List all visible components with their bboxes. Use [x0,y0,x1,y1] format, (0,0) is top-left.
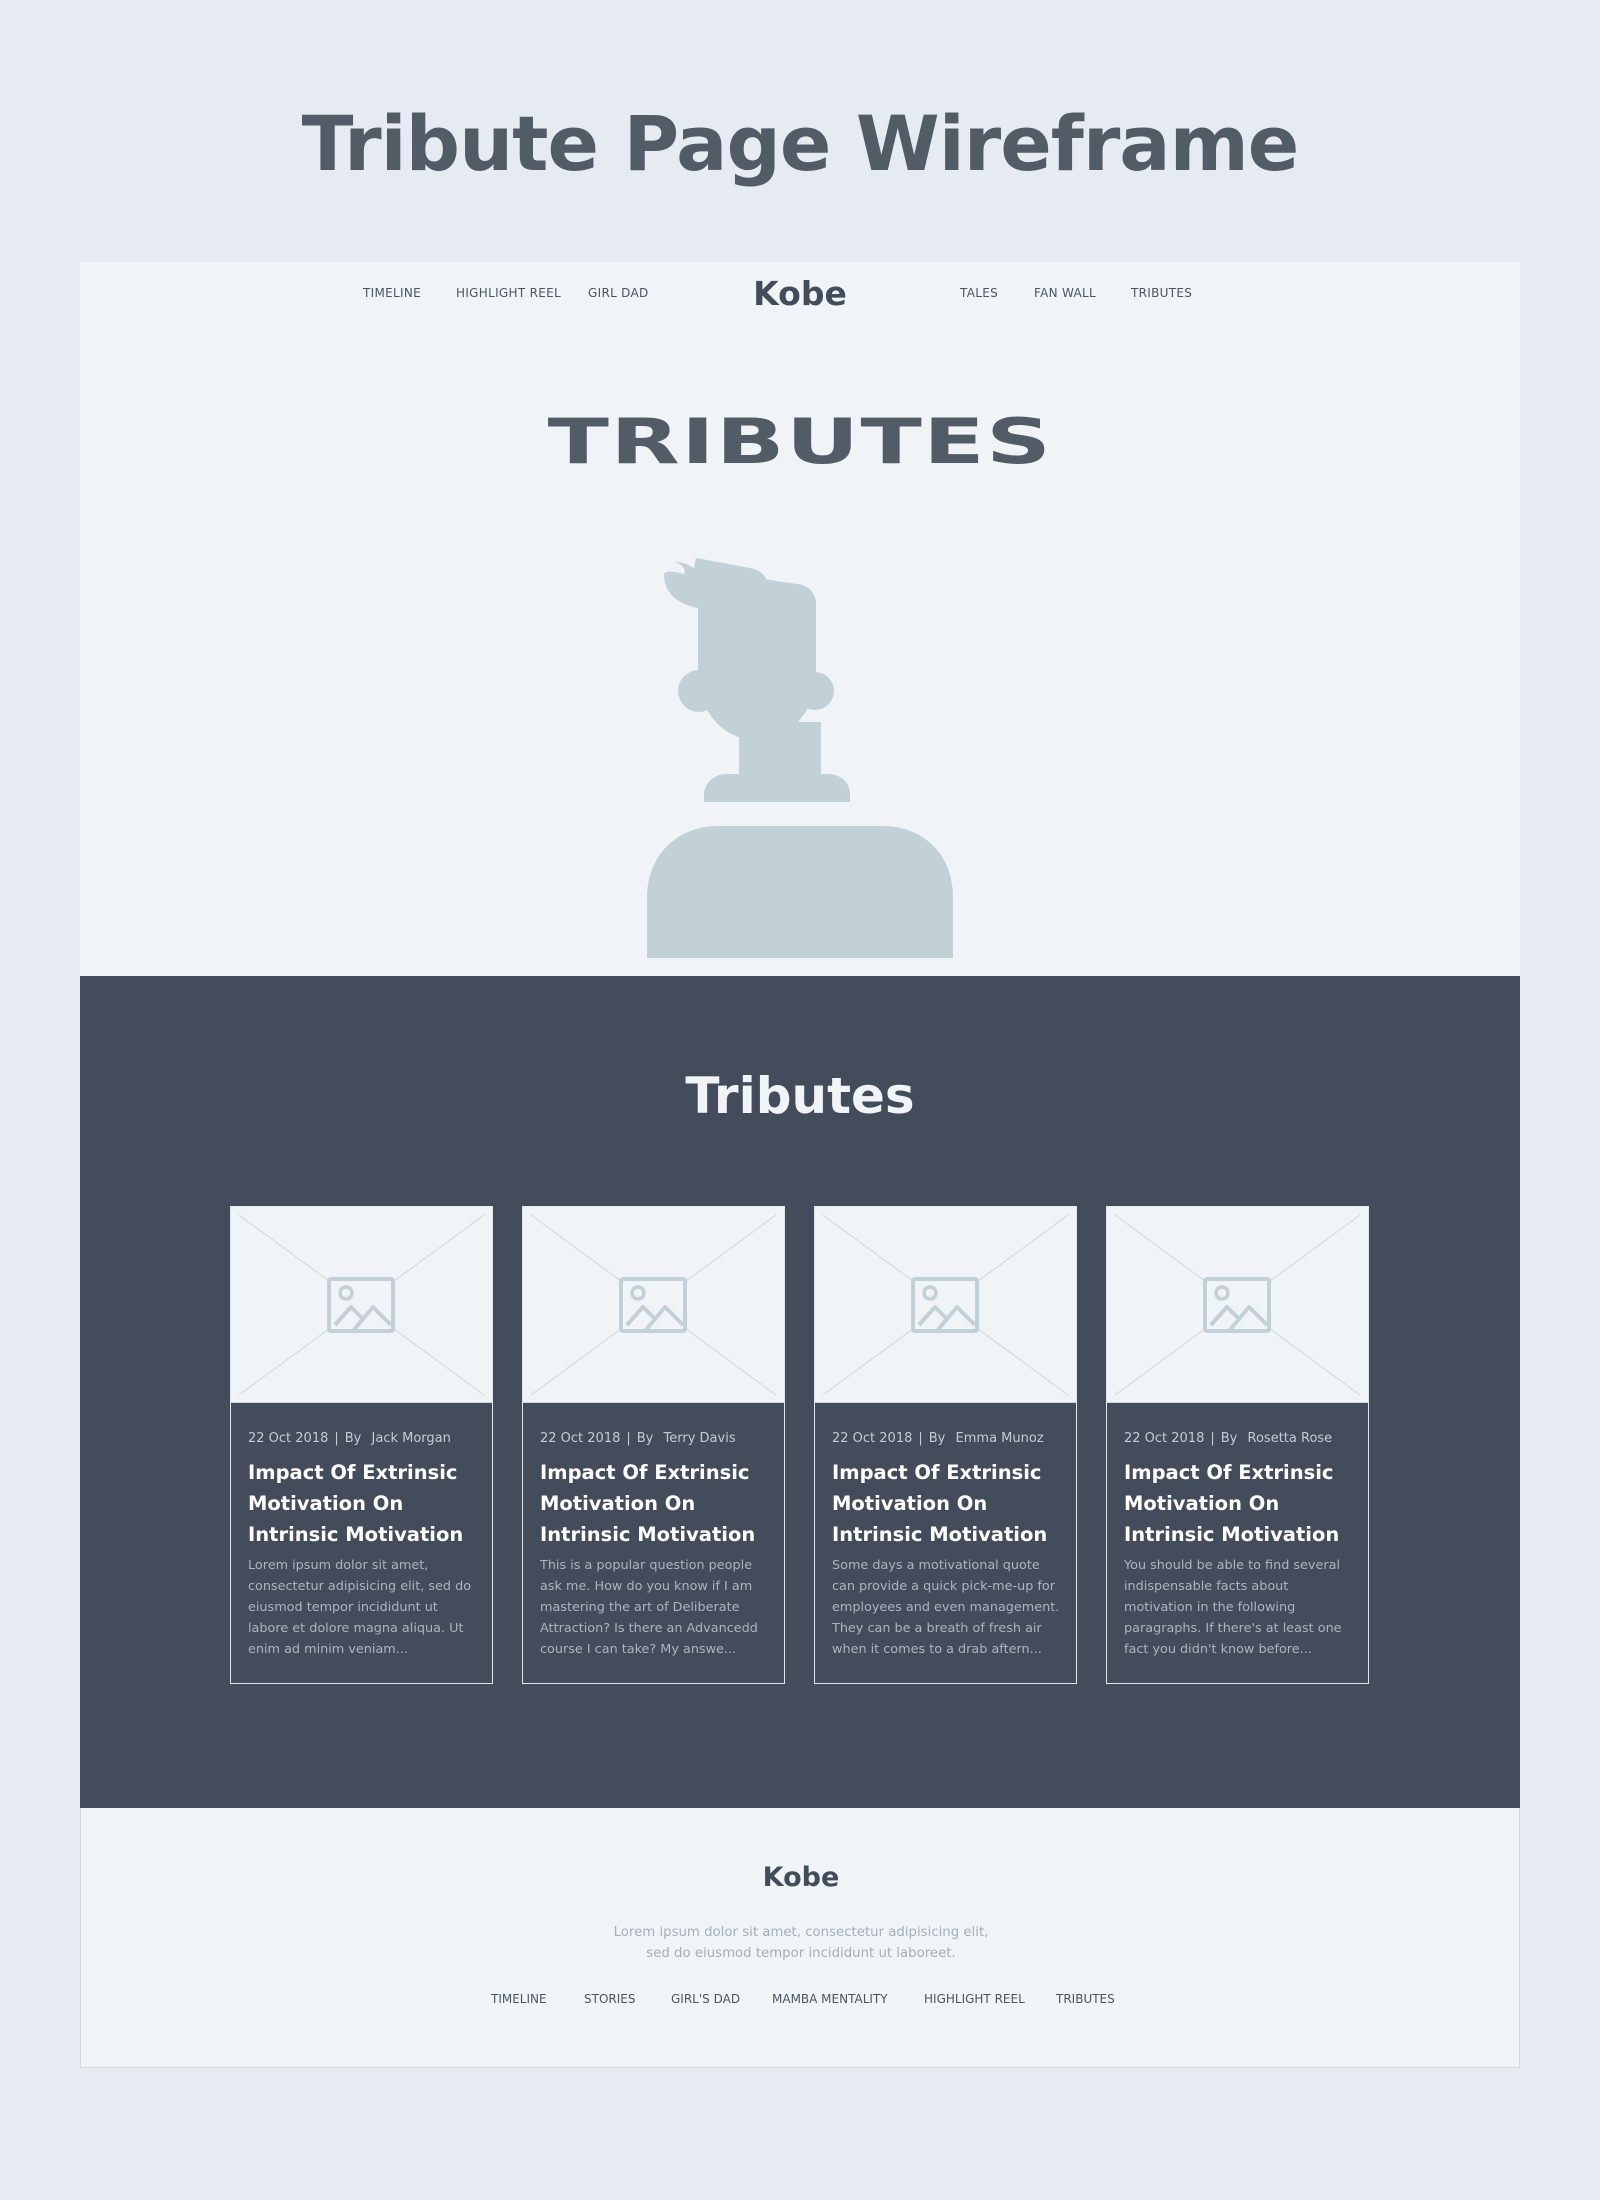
footer-link-timeline[interactable]: Timeline [491,1992,547,2006]
card-date: 22 Oct 2018 [540,1431,621,1446]
card-author[interactable]: Jack Morgan [372,1431,451,1446]
nav-link-tributes[interactable]: Tributes [1131,286,1192,300]
page-heading: Tribute Page Wireframe [301,99,1300,188]
footer-link-highlight-reel[interactable]: Highlight Reel [924,1992,1025,2006]
footer-nav: Timeline Stories Girl's Dad Mamba Mental… [81,1992,1521,2012]
tributes-title: Tributes [685,1067,915,1125]
image-placeholder-icon [523,1207,784,1403]
card-title[interactable]: Impact Of Extrinsic Motivation On Intrin… [1124,1457,1356,1550]
card-meta: 22 Oct 2018 | By Emma Munoz [832,1431,1060,1446]
meta-separator: | [626,1431,631,1446]
nav-link-tales[interactable]: Tales [960,286,998,300]
hero-title: TRIBUTES [547,405,1053,478]
card-excerpt: Lorem ipsum dolor sit amet, consectetur … [248,1558,472,1657]
card-date: 22 Oct 2018 [832,1431,913,1446]
card-by: By [636,1431,654,1446]
card-by: By [344,1431,362,1446]
nav-link-timeline[interactable]: Timeline [363,286,421,300]
card-author[interactable]: Emma Munoz [956,1431,1044,1446]
tribute-card[interactable]: 22 Oct 2018 | By Emma Munoz Impact Of Extr… [814,1206,1077,1684]
footer-brand[interactable]: Kobe [81,1860,1521,1896]
nav-link-girl-dad[interactable]: Girl Dad [588,286,649,300]
meta-separator: | [334,1431,339,1446]
card-meta: 22 Oct 2018 | By Rosetta Rose [1124,1431,1352,1446]
wireframe-panel: Timeline Highlight Reel Girl Dad Kobe Ta… [80,262,1520,2068]
tributes-section: Tributes 22 Oct 2018 | By Jack Morgan Im… [80,976,1520,1808]
card-meta: 22 Oct 2018 | By Terry Davis [540,1431,768,1446]
tribute-card[interactable]: 22 Oct 2018 | By Jack Morgan Impact Of Ext… [230,1206,493,1684]
footer-text: Lorem ipsum dolor sit amet, consectetur … [613,1925,989,1961]
footer-link-mamba-mentality[interactable]: Mamba Mentality [772,1992,888,2006]
person-silhouette-icon [640,552,960,980]
card-excerpt: Some days a motivational quote can provi… [832,1558,1060,1657]
footer-link-tributes[interactable]: Tributes [1056,1992,1115,2006]
brand-logo-wrapper: Kobe [80,272,1520,316]
card-by: By [1220,1431,1238,1446]
card-date: 22 Oct 2018 [1124,1431,1205,1446]
nav-link-fan-wall[interactable]: Fan Wall [1034,286,1096,300]
card-excerpt: This is a popular question people ask me… [540,1558,758,1657]
card-author[interactable]: Rosetta Rose [1248,1431,1333,1446]
image-placeholder-icon [815,1207,1076,1403]
image-placeholder-icon [231,1207,492,1403]
footer-link-girls-dad[interactable]: Girl's Dad [671,1992,740,2006]
card-date: 22 Oct 2018 [248,1431,329,1446]
card-excerpt: You should be able to find several indis… [1124,1558,1342,1657]
card-title[interactable]: Impact Of Extrinsic Motivation On Intrin… [248,1457,480,1550]
card-title[interactable]: Impact Of Extrinsic Motivation On Intrin… [832,1457,1064,1550]
footer: Kobe Lorem ipsum dolor sit amet, consect… [80,1808,1520,2068]
top-nav: Timeline Highlight Reel Girl Dad Kobe Ta… [80,262,1520,326]
image-placeholder-icon [1107,1207,1368,1403]
card-by: By [928,1431,946,1446]
card-author[interactable]: Terry Davis [664,1431,736,1446]
card-meta: 22 Oct 2018 | By Jack Morgan [248,1431,476,1446]
meta-separator: | [918,1431,923,1446]
tribute-card[interactable]: 22 Oct 2018 | By Rosetta Rose Impact Of Ex… [1106,1206,1369,1684]
card-title[interactable]: Impact Of Extrinsic Motivation On Intrin… [540,1457,772,1550]
tribute-card[interactable]: 22 Oct 2018 | By Terry Davis Impact Of Ext… [522,1206,785,1684]
footer-link-stories[interactable]: Stories [584,1992,635,2006]
meta-separator: | [1210,1431,1215,1446]
brand-logo[interactable]: Kobe [753,274,847,313]
nav-link-highlight-reel[interactable]: Highlight Reel [456,286,561,300]
